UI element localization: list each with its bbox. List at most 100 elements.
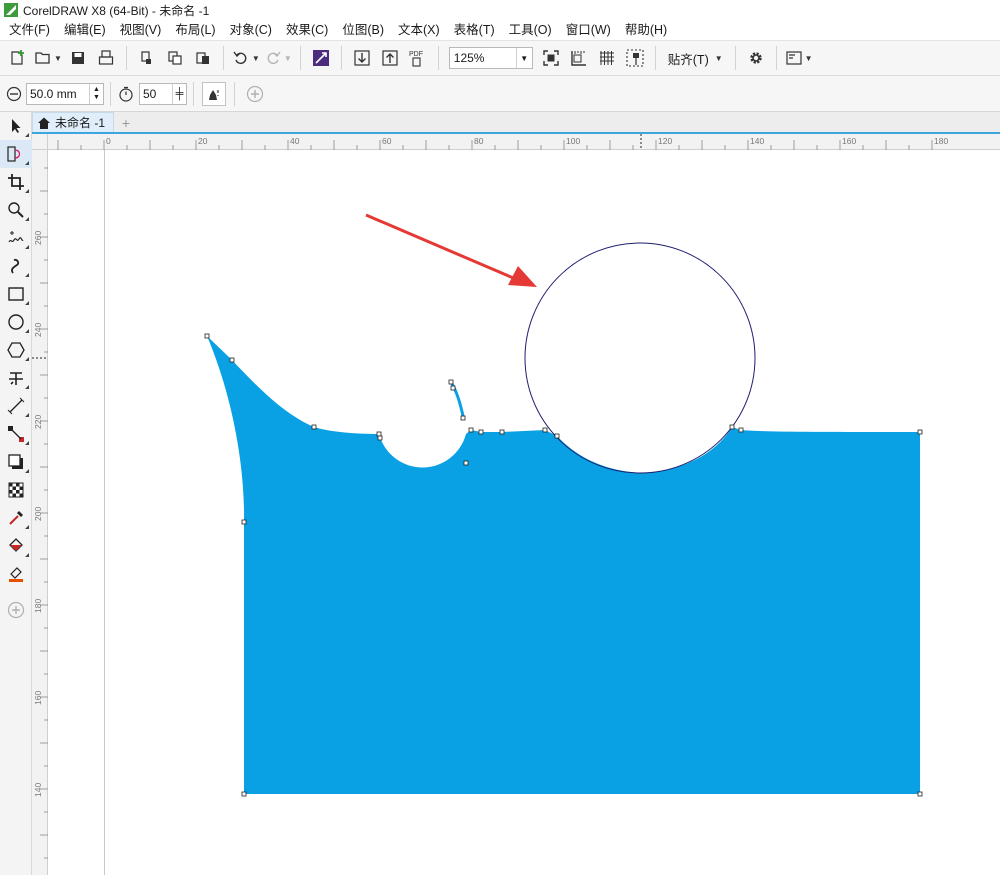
toolbar-separator — [125, 46, 127, 70]
menu-view[interactable]: 视图(V) — [113, 20, 169, 40]
redo-icon — [267, 51, 281, 65]
search-content-button[interactable] — [309, 44, 333, 72]
undo-button[interactable]: ▼ — [232, 44, 260, 72]
pen-pressure-button[interactable] — [202, 81, 226, 106]
ellipse-tool[interactable] — [0, 308, 32, 336]
pressure-field[interactable]: 50 ╪ — [139, 82, 187, 105]
copy-button[interactable] — [163, 44, 187, 72]
menu-help[interactable]: 帮助(H) — [618, 20, 674, 40]
new-document-button[interactable] — [6, 44, 30, 72]
connector-tool[interactable] — [0, 420, 32, 448]
toolbar-separator — [299, 46, 301, 70]
drop-shadow-icon — [8, 454, 23, 469]
interactive-fill-tool[interactable] — [0, 532, 32, 560]
show-grid-button[interactable] — [595, 44, 619, 72]
gear-icon — [749, 52, 762, 64]
drop-shadow-tool[interactable] — [0, 448, 32, 476]
show-guidelines-button[interactable] — [623, 44, 647, 72]
ruler-label: 260 — [33, 231, 43, 245]
menu-object[interactable]: 对象(C) — [223, 20, 279, 40]
tab-untitled-1[interactable]: 未命名 -1 — [32, 112, 115, 132]
folder-open-icon — [35, 52, 50, 64]
ellipse-icon — [8, 314, 24, 330]
freehand-tool[interactable] — [0, 224, 32, 252]
new-document-icon — [11, 50, 24, 65]
arrow-icon — [12, 119, 21, 133]
chevron-down-icon[interactable]: ▼ — [284, 54, 292, 63]
show-rulers-button[interactable] — [567, 44, 591, 72]
text-tool[interactable] — [0, 364, 32, 392]
polygon-icon — [7, 342, 25, 358]
menu-bitmaps[interactable]: 位图(B) — [335, 20, 391, 40]
shape-tool[interactable] — [0, 140, 32, 168]
redo-button[interactable]: ▼ — [264, 44, 292, 72]
menu-table[interactable]: 表格(T) — [447, 20, 502, 40]
menu-effects[interactable]: 效果(C) — [279, 20, 335, 40]
eyedropper-icon — [9, 511, 23, 525]
document-tabs: 未命名 -1 + — [32, 112, 1000, 134]
open-button[interactable]: ▼ — [34, 44, 62, 72]
export-button[interactable] — [378, 44, 402, 72]
dimension-icon — [7, 397, 25, 415]
pick-tool[interactable] — [0, 112, 32, 140]
menu-layout[interactable]: 布局(L) — [168, 20, 222, 40]
parallel-dimension-tool[interactable] — [0, 392, 32, 420]
chevron-down-icon[interactable]: ▼ — [715, 54, 723, 63]
chevron-down-icon[interactable]: ▼ — [252, 54, 260, 63]
toolbar-separator — [110, 81, 111, 106]
add-property-button[interactable] — [243, 80, 267, 108]
magnifier-icon — [8, 202, 24, 218]
title-bar: CorelDRAW X8 (64-Bit) - 未命名 -1 — [0, 0, 1000, 20]
paste-button[interactable] — [191, 44, 215, 72]
menu-bar: 文件(F) 编辑(E) 视图(V) 布局(L) 对象(C) 效果(C) 位图(B… — [0, 20, 1000, 40]
connector-icon — [8, 426, 24, 442]
page-border-guide — [104, 150, 105, 875]
tab-label: 未命名 -1 — [55, 116, 106, 130]
artistic-media-tool[interactable] — [0, 252, 32, 280]
zoom-level-select[interactable]: 125% ▼ — [448, 47, 533, 69]
nib-size-field[interactable]: 50.0 mm ▲ ▼ — [26, 82, 104, 105]
print-button[interactable] — [94, 44, 118, 72]
smart-fill-icon — [9, 567, 23, 582]
chevron-down-icon[interactable]: ▼ — [805, 54, 813, 63]
crop-tool[interactable] — [0, 168, 32, 196]
options-button[interactable] — [744, 44, 768, 72]
chevron-down-icon[interactable]: ▼ — [515, 48, 532, 68]
menu-window[interactable]: 窗口(W) — [559, 20, 618, 40]
flyout-corner — [25, 133, 29, 137]
menu-tools[interactable]: 工具(O) — [502, 20, 559, 40]
horizontal-ruler-ticks: 20020406080100120140160180 — [14, 134, 948, 150]
add-document-tab-button[interactable]: + — [117, 114, 135, 132]
import-button[interactable] — [350, 44, 374, 72]
flyout-corner — [25, 301, 29, 305]
full-screen-preview-button[interactable] — [539, 44, 563, 72]
menu-text[interactable]: 文本(X) — [391, 20, 447, 40]
vertical-ruler[interactable]: 260 240 220 200 180 160 140 — [32, 150, 48, 875]
eyedropper-tool[interactable] — [0, 504, 32, 532]
grid-icon — [599, 51, 614, 65]
smart-fill-tool[interactable] — [0, 560, 32, 588]
slider-handle-icon[interactable]: ╪ — [172, 83, 186, 104]
ruler-origin[interactable] — [32, 134, 48, 150]
chevron-down-icon[interactable]: ▼ — [54, 54, 62, 63]
full-screen-icon — [543, 50, 559, 66]
arrow-down-icon[interactable]: ▼ — [93, 94, 100, 102]
publish-pdf-button[interactable]: PDF — [406, 44, 430, 72]
zoom-tool[interactable] — [0, 196, 32, 224]
application-launcher-button[interactable]: ▼ — [785, 44, 813, 72]
cut-button[interactable] — [135, 44, 159, 72]
menu-file[interactable]: 文件(F) — [2, 20, 57, 40]
checkerboard-icon — [8, 482, 24, 498]
arrow-up-icon[interactable]: ▲ — [93, 86, 100, 94]
menu-edit[interactable]: 编辑(E) — [57, 20, 113, 40]
customize-toolbox-button[interactable] — [0, 596, 32, 624]
polygon-tool[interactable] — [0, 336, 32, 364]
flyout-corner — [25, 441, 29, 445]
nib-size-spinner[interactable]: ▲ ▼ — [89, 83, 103, 104]
horizontal-ruler[interactable]: 20020406080100120140160180 — [14, 134, 1000, 150]
save-button[interactable] — [66, 44, 90, 72]
transparency-tool[interactable] — [0, 476, 32, 504]
window-title: CorelDRAW X8 (64-Bit) - 未命名 -1 — [23, 3, 210, 18]
snap-to-button[interactable]: 贴齐(T) ▼ — [664, 44, 727, 72]
rectangle-tool[interactable] — [0, 280, 32, 308]
